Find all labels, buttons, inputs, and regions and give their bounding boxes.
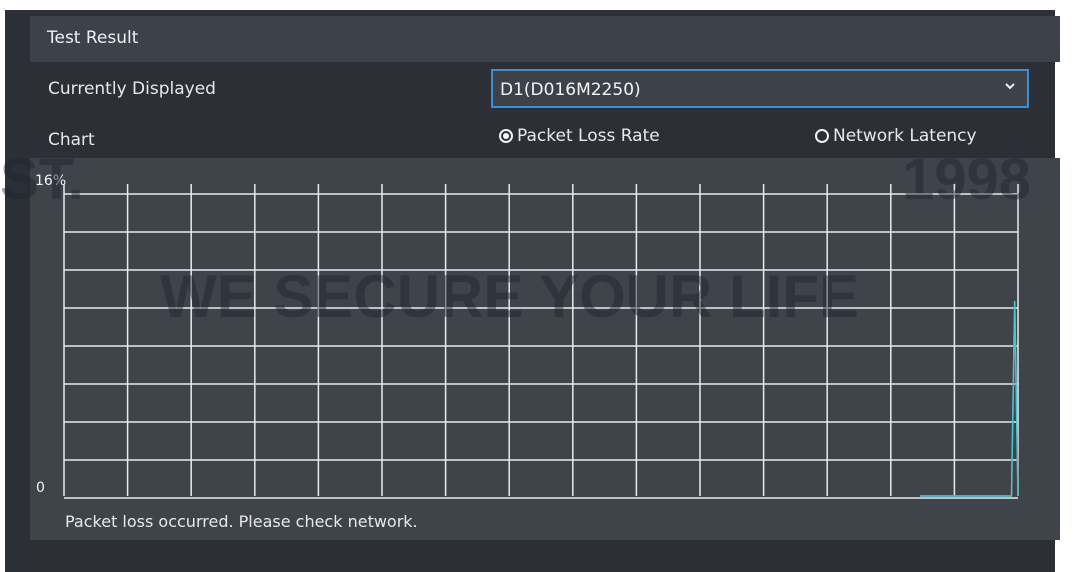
- chevron-down-icon: [1005, 83, 1015, 90]
- radio-selected-icon: [499, 129, 513, 143]
- series-line-0: [920, 300, 1019, 497]
- watermark-left: ST.: [0, 147, 84, 212]
- radio-network-latency[interactable]: Network Latency: [815, 126, 977, 146]
- device-select-value: D1(D016M2250): [500, 80, 641, 100]
- chart-svg: [63, 184, 1019, 499]
- series-line-1: [920, 300, 1019, 497]
- watermark-right: 1998: [902, 147, 1032, 212]
- radio-packet-loss-rate[interactable]: Packet Loss Rate: [499, 126, 660, 146]
- watermark-text: WE SECURE YOUR LIFE: [160, 263, 859, 330]
- device-select[interactable]: D1(D016M2250): [491, 69, 1029, 108]
- radio-unselected-icon: [815, 129, 829, 143]
- status-message: Packet loss occurred. Please check netwo…: [65, 512, 418, 531]
- y-min-label: 0: [36, 480, 45, 496]
- radio-packet-loss-label: Packet Loss Rate: [517, 126, 660, 146]
- section-title-text: Test Result: [47, 28, 139, 48]
- currently-displayed-label: Currently Displayed: [48, 79, 216, 99]
- section-title: Test Result: [30, 16, 1060, 62]
- chart-area: [30, 158, 1060, 540]
- radio-network-latency-label: Network Latency: [833, 126, 977, 146]
